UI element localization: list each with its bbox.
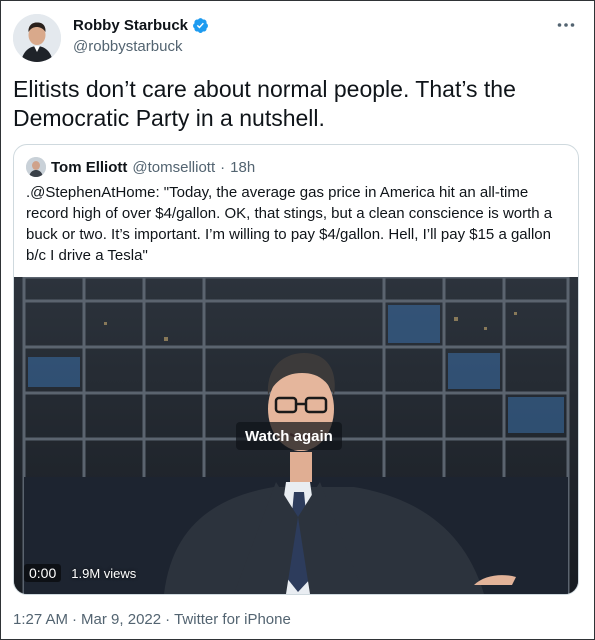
- tweet-date[interactable]: Mar 9, 2022: [81, 611, 161, 628]
- video-elapsed: 0:00: [24, 564, 62, 582]
- quoted-tweet[interactable]: Tom Elliott @tomselliott · 18h .@Stephen…: [13, 144, 579, 595]
- tweet-time[interactable]: 1:27 AM: [13, 611, 68, 628]
- quoted-author-handle[interactable]: @tomselliott: [132, 159, 215, 176]
- quoted-separator: ·: [220, 158, 226, 176]
- tweet-text: Elitists don’t care about normal people.…: [13, 76, 516, 131]
- tweet-card: Robby Starbuck @robbystarbuck Elitists d…: [0, 0, 595, 640]
- author-name[interactable]: Robby Starbuck: [73, 17, 188, 34]
- video-views: 1.9M views: [71, 565, 137, 581]
- meta-separator: ·: [72, 611, 78, 628]
- meta-separator: ·: [165, 611, 171, 628]
- tweet-meta: 1:27 AM · Mar 9, 2022 · Twitter for iPho…: [13, 611, 291, 628]
- tweet-header: Robby Starbuck @robbystarbuck: [13, 11, 582, 62]
- author-name-line: Robby Starbuck: [73, 17, 209, 34]
- watch-again-button[interactable]: Watch again: [236, 422, 342, 450]
- quoted-author-avatar[interactable]: [26, 157, 46, 177]
- author-handle[interactable]: @robbystarbuck: [73, 38, 182, 55]
- quoted-timestamp[interactable]: 18h: [230, 159, 255, 176]
- verified-badge-icon: [193, 18, 208, 33]
- quoted-author-name[interactable]: Tom Elliott: [51, 159, 127, 176]
- tweet-source[interactable]: Twitter for iPhone: [174, 611, 291, 628]
- quoted-text: .@StephenAtHome: "Today, the average gas…: [26, 184, 553, 264]
- author-avatar[interactable]: [13, 14, 61, 62]
- quoted-header: Tom Elliott @tomselliott · 18h: [26, 157, 255, 177]
- more-icon[interactable]: [554, 15, 578, 35]
- video-stats: 0:00 1.9M views: [24, 563, 136, 583]
